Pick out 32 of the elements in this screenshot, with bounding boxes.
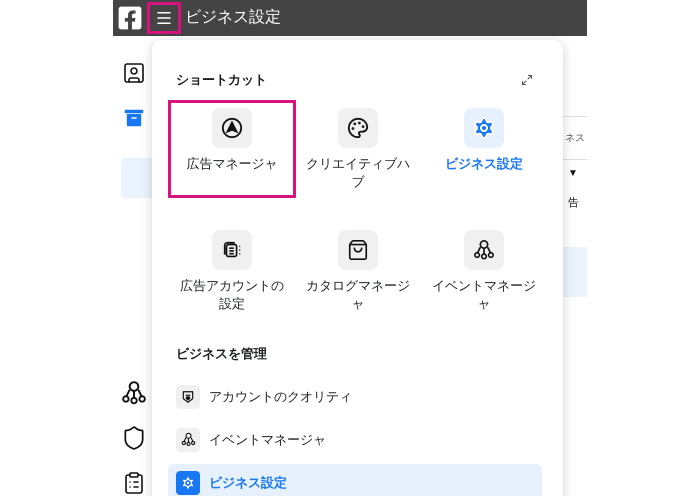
- shortcut-label: 広告マネージャ: [186, 154, 278, 172]
- shortcut-tile[interactable]: カタログマネージャ: [296, 222, 420, 320]
- logo-icon: [117, 5, 143, 31]
- id-card-icon[interactable]: [122, 61, 146, 85]
- settings-icon: [180, 474, 196, 490]
- nodes-icon: [473, 238, 495, 260]
- settings-icon: [472, 116, 496, 140]
- section-heading: ショートカット: [175, 71, 267, 89]
- nodes-icon: [120, 380, 146, 406]
- shopping-bag-icon: [347, 238, 369, 260]
- nodes-icon: [180, 432, 196, 447]
- shortcut-tile[interactable]: イベントマネージャ: [420, 222, 548, 320]
- shortcut-tile[interactable]: 広告アカウントの設定: [168, 222, 296, 320]
- shortcut-tile[interactable]: 広告マネージャ: [168, 100, 296, 198]
- page-title: ビジネス設定: [185, 8, 281, 28]
- menu-button[interactable]: [147, 2, 181, 34]
- caret-icon[interactable]: ▼: [563, 166, 578, 181]
- shortcut-label: カタログマネージャ: [305, 276, 411, 312]
- shortcut-tile[interactable]: ビジネス設定: [420, 100, 548, 198]
- shortcut-label: 広告アカウントの設定: [179, 276, 285, 312]
- shield-heart-icon: [181, 390, 195, 404]
- row-highlight: [563, 246, 587, 296]
- palette-icon: [347, 116, 369, 138]
- menu-icon: [155, 9, 173, 27]
- expand-icon[interactable]: [521, 74, 533, 86]
- section-heading: ビジネスを管理: [176, 346, 267, 360]
- menu-item[interactable]: ビジネス設定: [168, 464, 542, 496]
- column-label: 告: [567, 196, 579, 211]
- shortcut-label: イベントマネージャ: [431, 276, 537, 312]
- shortcut-tile[interactable]: クリエイティブハブ: [296, 100, 420, 198]
- shortcut-label: ビジネス設定: [445, 154, 523, 172]
- shortcut-label: クリエイティブハブ: [305, 154, 411, 190]
